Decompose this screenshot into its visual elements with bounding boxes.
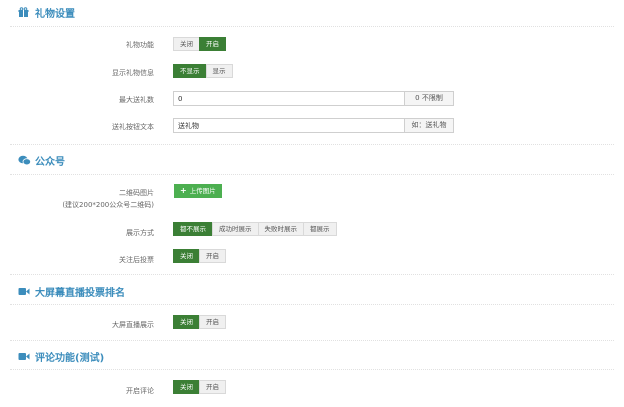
official-section-header: 公众号: [18, 153, 65, 168]
wechat-icon: [18, 155, 32, 167]
settings-page: 礼物设置 礼物功能 关闭 开启 显示礼物信息 不显示 显示 最大送礼数 0 不限…: [0, 0, 624, 407]
gift-section-header: 礼物设置: [18, 5, 75, 20]
gift-function-on[interactable]: 开启: [199, 37, 226, 51]
display-mode-label: 展示方式: [126, 229, 154, 237]
gift-function-label: 礼物功能: [126, 41, 154, 49]
show-gift-info-hide[interactable]: 不显示: [173, 64, 207, 78]
gift-section-title: 礼物设置: [35, 9, 75, 20]
divider: [10, 144, 614, 145]
max-gift-input-group: 0 不限制: [173, 91, 454, 106]
bigscreen-section-title: 大屏幕直播投票排名: [35, 288, 125, 299]
upload-image-button[interactable]: + 上传图片: [174, 184, 222, 198]
divider: [10, 274, 614, 275]
gift-button-text-label: 送礼按钮文本: [112, 123, 154, 131]
show-gift-info-toggle: 不显示 显示: [173, 64, 233, 78]
enable-comment-on[interactable]: 开启: [199, 380, 226, 394]
max-gift-label: 最大送礼数: [119, 96, 154, 104]
comment-section-header: 评论功能(测试): [18, 349, 104, 364]
enable-comment-toggle: 关闭 开启: [173, 380, 226, 394]
plus-icon: +: [180, 186, 187, 195]
bigscreen-live-off[interactable]: 关闭: [173, 315, 200, 329]
enable-comment-off[interactable]: 关闭: [173, 380, 200, 394]
divider: [10, 174, 614, 175]
display-mode-toggle: 都不展示 成功时展示 失败时展示 都展示: [173, 222, 337, 236]
qr-image-hint: (建议200*200公众号二维码): [62, 201, 154, 209]
bigscreen-section-header: 大屏幕直播投票排名: [18, 284, 125, 299]
gift-function-off[interactable]: 关闭: [173, 37, 200, 51]
display-mode-fail[interactable]: 失败时展示: [257, 222, 304, 236]
enable-comment-label: 开启评论: [126, 387, 154, 395]
vote-after-follow-label: 关注后投票: [119, 256, 154, 264]
show-gift-info-show[interactable]: 显示: [205, 64, 233, 78]
divider: [10, 26, 614, 27]
vote-after-follow-off[interactable]: 关闭: [173, 249, 200, 263]
gift-function-toggle: 关闭 开启: [173, 37, 226, 51]
bigscreen-live-toggle: 关闭 开启: [173, 315, 226, 329]
vote-after-follow-toggle: 关闭 开启: [173, 249, 226, 263]
divider: [10, 340, 614, 341]
display-mode-none[interactable]: 都不展示: [173, 222, 213, 236]
display-mode-all[interactable]: 都展示: [303, 222, 337, 236]
max-gift-input[interactable]: [173, 91, 405, 106]
comment-section-title: 评论功能(测试): [35, 353, 105, 364]
display-mode-success[interactable]: 成功时展示: [212, 222, 259, 236]
video-icon: [18, 351, 32, 363]
vote-after-follow-on[interactable]: 开启: [199, 249, 226, 263]
divider: [10, 304, 614, 305]
gift-button-text-input[interactable]: [173, 118, 405, 133]
max-gift-suffix: 0 不限制: [405, 91, 454, 106]
bigscreen-live-label: 大屏直播展示: [112, 321, 154, 329]
bigscreen-live-on[interactable]: 开启: [199, 315, 226, 329]
gift-button-text-input-group: 如：送礼物: [173, 118, 454, 133]
show-gift-info-label: 显示礼物信息: [112, 69, 154, 77]
upload-image-label: 上传图片: [189, 187, 216, 195]
official-section-title: 公众号: [35, 157, 65, 168]
gift-icon: [18, 7, 32, 19]
gift-button-text-suffix: 如：送礼物: [405, 118, 454, 133]
qr-image-label: 二维码图片: [119, 189, 154, 197]
divider: [10, 369, 614, 370]
video-icon: [18, 286, 32, 298]
